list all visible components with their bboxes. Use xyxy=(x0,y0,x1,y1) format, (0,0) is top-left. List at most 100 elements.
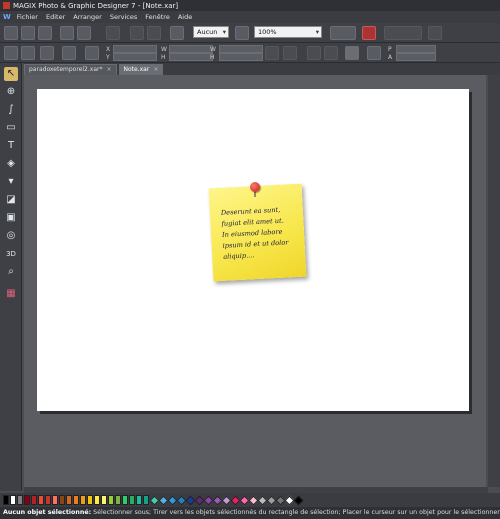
color-swatch[interactable] xyxy=(129,495,135,505)
color-swatch[interactable] xyxy=(136,495,142,505)
color-swatch[interactable] xyxy=(3,495,9,505)
lock-aspect-icon[interactable] xyxy=(265,46,279,60)
x-label: X xyxy=(106,46,111,53)
pointer-options-icon[interactable] xyxy=(4,46,18,60)
color-swatch[interactable] xyxy=(87,495,93,505)
toolbox: ↖ ⊕ ∫ ▭ T ◈ ▾ ◪ ▣ ◎ 3D ⌕ ▦ xyxy=(0,63,22,491)
a-label: A xyxy=(388,54,393,61)
color-swatch[interactable] xyxy=(38,495,44,505)
shadow-tool-icon[interactable]: ◪ xyxy=(4,193,18,207)
redo-icon[interactable] xyxy=(147,26,161,40)
menu-services[interactable]: Services xyxy=(110,13,137,21)
chevron-down-icon: ▾ xyxy=(315,28,319,36)
color-swatch[interactable] xyxy=(80,495,86,505)
color-swatch[interactable] xyxy=(24,495,30,505)
style-select[interactable] xyxy=(384,26,422,40)
y-label: Y xyxy=(106,54,110,61)
save-icon[interactable] xyxy=(38,26,52,40)
color-swatch[interactable] xyxy=(115,495,121,505)
w-field[interactable] xyxy=(169,45,213,53)
delete-icon[interactable] xyxy=(106,26,120,40)
color-swatch[interactable] xyxy=(108,495,114,505)
photo-tool-icon[interactable]: ▦ xyxy=(4,287,18,301)
color-palette xyxy=(0,493,500,507)
edit-points-icon[interactable] xyxy=(345,46,359,60)
color-swatch[interactable] xyxy=(59,495,65,505)
transparency-tool-icon[interactable]: ▾ xyxy=(4,175,18,189)
zoom-percent-value: 100% xyxy=(258,28,277,36)
line-width-icon[interactable] xyxy=(330,26,356,40)
flip-horizontal-icon[interactable] xyxy=(307,46,321,60)
chevron-down-icon: ▾ xyxy=(222,28,226,36)
selector-tool-icon[interactable]: ↖ xyxy=(4,67,18,81)
app-menu-icon[interactable]: W xyxy=(3,13,11,21)
y-field[interactable] xyxy=(113,53,157,61)
h2-label: H xyxy=(210,54,215,61)
x-field[interactable] xyxy=(113,45,157,53)
new-document-icon[interactable] xyxy=(4,26,18,40)
zoom-mode-select[interactable]: Aucun ▾ xyxy=(193,26,229,38)
magnifier-tool-icon[interactable]: ⌕ xyxy=(4,265,18,279)
zoom-fit-icon[interactable] xyxy=(170,26,184,40)
close-icon[interactable]: × xyxy=(153,65,158,75)
color-swatch[interactable] xyxy=(293,495,304,505)
flip-vertical-icon[interactable] xyxy=(324,46,338,60)
a-field[interactable] xyxy=(396,53,436,61)
rotate-icon[interactable] xyxy=(62,46,76,60)
curve-icon[interactable] xyxy=(21,46,35,60)
rectangle-tool-icon[interactable]: ▭ xyxy=(4,121,18,135)
menu-editer[interactable]: Editer xyxy=(46,13,65,21)
color-swatch[interactable] xyxy=(66,495,72,505)
open-folder-icon[interactable] xyxy=(21,26,35,40)
status-bar: Aucun objet sélectionné: Sélectionner so… xyxy=(0,507,500,519)
fill-bucket-icon[interactable] xyxy=(40,46,54,60)
text-tool-icon[interactable]: T xyxy=(4,139,18,153)
contour-tool-icon[interactable]: ◎ xyxy=(4,229,18,243)
scale-lines-icon[interactable] xyxy=(283,46,297,60)
sticky-note-text: Deserunt ea sunt, fugiat elit amet ut. I… xyxy=(221,204,300,263)
export-icon[interactable] xyxy=(77,26,91,40)
w2-label: W xyxy=(210,46,216,53)
tab-label: paradoxetemporel2.xar* xyxy=(29,66,103,73)
zoom-percent-select[interactable]: 100% ▾ xyxy=(254,26,322,38)
color-swatch[interactable] xyxy=(101,495,107,505)
title-bar: MAGIX Photo & Graphic Designer 7 - [Note… xyxy=(0,0,500,11)
p-field[interactable] xyxy=(396,45,436,53)
color-swatch[interactable] xyxy=(45,495,51,505)
bevel-tool-icon[interactable]: ▣ xyxy=(4,211,18,225)
sticky-note[interactable]: Deserunt ea sunt, fugiat elit amet ut. I… xyxy=(208,183,307,282)
zoom-mode-value: Aucun xyxy=(197,28,218,36)
3d-tool-icon[interactable]: 3D xyxy=(4,247,18,261)
color-swatch[interactable] xyxy=(122,495,128,505)
import-icon[interactable] xyxy=(60,26,74,40)
menu-aide[interactable]: Aide xyxy=(178,13,192,21)
h2-field[interactable] xyxy=(219,53,263,61)
color-swatch[interactable] xyxy=(94,495,100,505)
w2-field[interactable] xyxy=(219,45,263,53)
color-swatch[interactable] xyxy=(73,495,79,505)
menu-arranger[interactable]: Arranger xyxy=(73,13,102,21)
tab-paradoxetemporel2[interactable]: paradoxetemporel2.xar* × xyxy=(24,64,117,75)
close-icon[interactable]: × xyxy=(106,65,111,75)
undo-icon[interactable] xyxy=(130,26,144,40)
fill-tool-icon[interactable]: ◈ xyxy=(4,157,18,171)
grid-icon[interactable] xyxy=(85,46,99,60)
window-title: MAGIX Photo & Graphic Designer 7 - [Note… xyxy=(13,1,179,10)
color-swatch[interactable] xyxy=(52,495,58,505)
color-swatch[interactable] xyxy=(31,495,37,505)
magnet-icon[interactable] xyxy=(362,26,376,40)
tag-icon[interactable] xyxy=(367,46,381,60)
zoom-icon[interactable] xyxy=(235,26,249,40)
color-swatch[interactable] xyxy=(17,495,23,505)
menu-fenetre[interactable]: Fenêtre xyxy=(145,13,170,21)
w-label: W xyxy=(161,46,167,53)
filter-icon[interactable] xyxy=(428,26,442,40)
tab-note[interactable]: Note.xar × xyxy=(118,64,164,75)
menu-bar: W Fichier Editer Arranger Services Fenêt… xyxy=(0,11,500,23)
color-swatch[interactable] xyxy=(10,495,16,505)
vertical-scrollbar[interactable] xyxy=(488,75,500,487)
freehand-tool-icon[interactable]: ∫ xyxy=(4,103,18,117)
menu-fichier[interactable]: Fichier xyxy=(17,13,38,21)
zoom-tool-icon[interactable]: ⊕ xyxy=(4,85,18,99)
h-field[interactable] xyxy=(169,53,213,61)
